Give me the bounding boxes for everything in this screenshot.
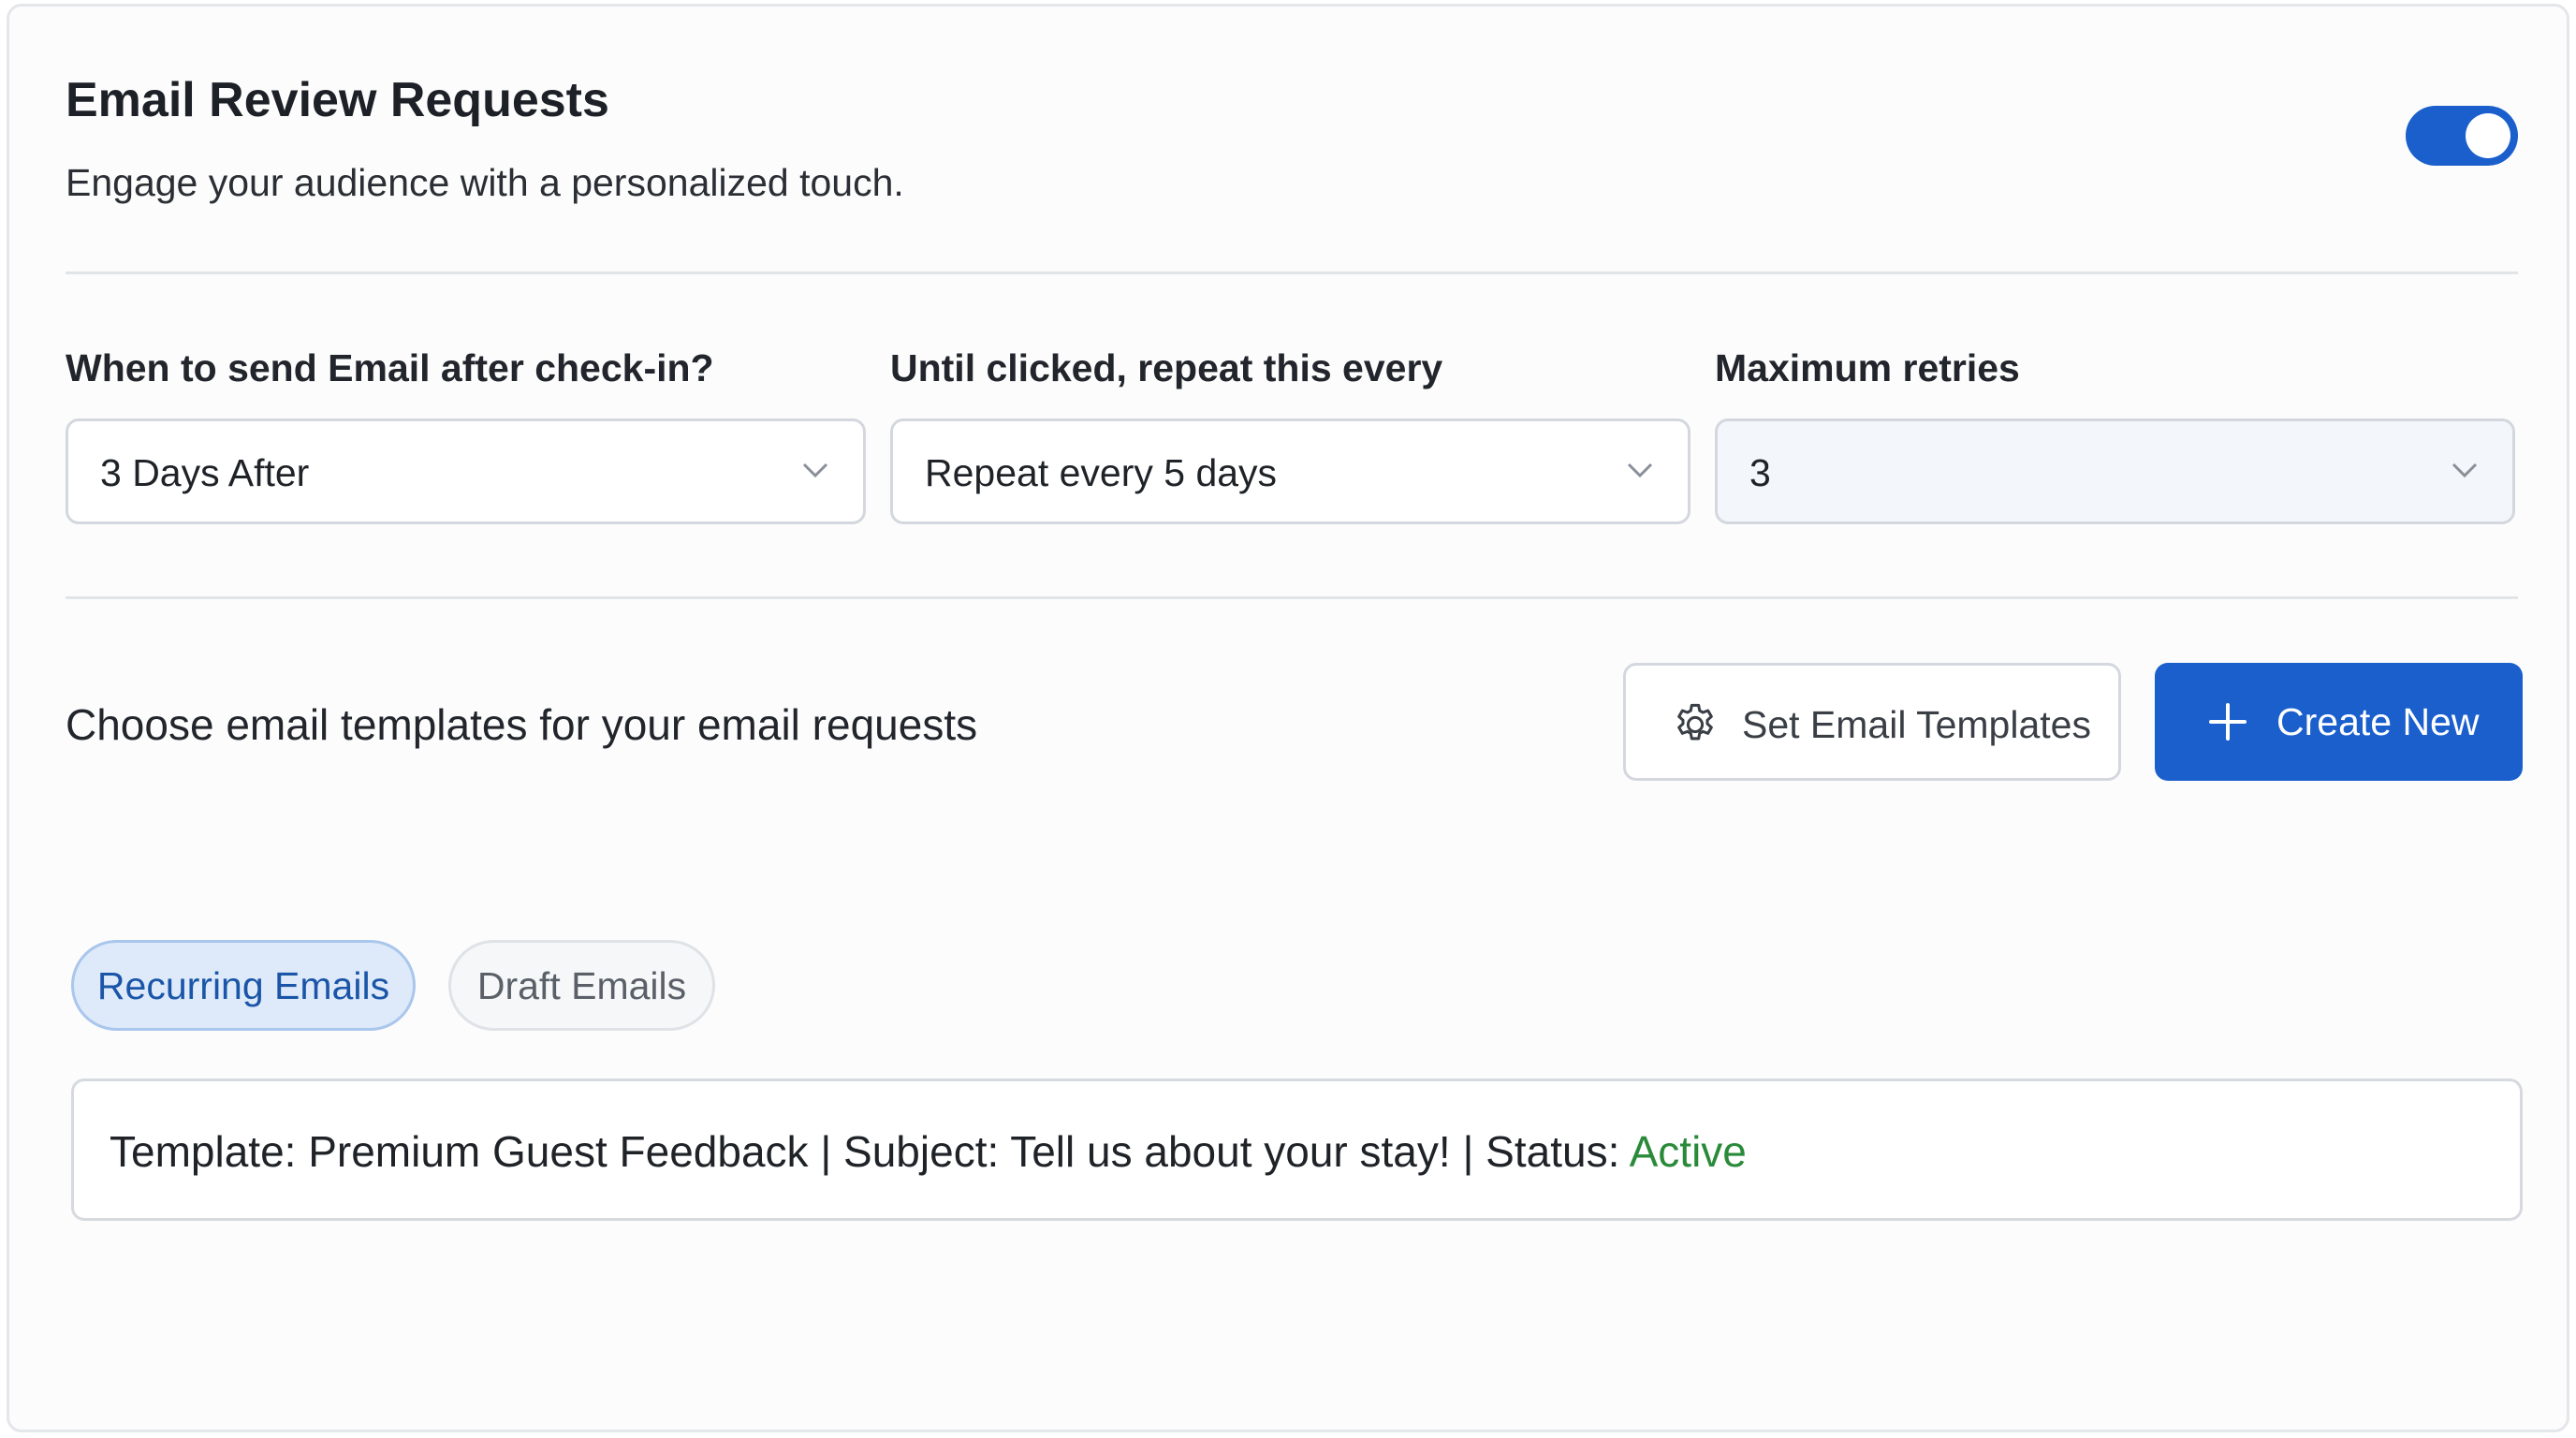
tab-draft-emails[interactable]: Draft Emails: [448, 940, 715, 1031]
plus-icon: [2209, 703, 2247, 741]
chevron-down-icon: [802, 462, 828, 478]
page-subtitle: Engage your audience with a personalized…: [66, 161, 904, 204]
repeat-label: Until clicked, repeat this every: [890, 346, 1443, 389]
send-after-label: When to send Email after check-in?: [66, 346, 714, 389]
tab-label: Recurring Emails: [96, 964, 390, 1007]
max-retries-label: Maximum retries: [1715, 346, 2020, 389]
create-new-label: Create New: [2276, 700, 2480, 743]
template-row-text: Template: Premium Guest Feedback | Subje…: [110, 1126, 1747, 1177]
repeat-select[interactable]: Repeat every 5 days: [890, 418, 1690, 524]
send-after-select[interactable]: 3 Days After: [66, 418, 866, 524]
create-new-button[interactable]: Create New: [2155, 663, 2523, 781]
chevron-down-icon: [1627, 462, 1653, 478]
email-review-toggle[interactable]: [2406, 106, 2518, 166]
templates-prompt: Choose email templates for your email re…: [66, 700, 978, 749]
gear-icon: [1677, 703, 1713, 741]
send-after-value: 3 Days After: [100, 451, 310, 494]
set-email-templates-button[interactable]: Set Email Templates: [1623, 663, 2121, 781]
divider: [66, 271, 2518, 274]
status-badge: Active: [1629, 1127, 1747, 1176]
set-email-templates-label: Set Email Templates: [1742, 703, 2091, 746]
template-row-details: Template: Premium Guest Feedback | Subje…: [110, 1127, 1630, 1176]
repeat-value: Repeat every 5 days: [925, 451, 1278, 494]
email-review-panel: Email Review Requests Engage your audien…: [7, 4, 2569, 1432]
chevron-down-icon: [2452, 462, 2478, 478]
toggle-knob: [2466, 113, 2510, 158]
page-title: Email Review Requests: [66, 73, 609, 127]
divider: [66, 596, 2518, 599]
template-row[interactable]: Template: Premium Guest Feedback | Subje…: [71, 1078, 2523, 1221]
tab-recurring-emails[interactable]: Recurring Emails: [71, 940, 416, 1031]
max-retries-select[interactable]: 3: [1715, 418, 2515, 524]
tab-label: Draft Emails: [476, 964, 687, 1007]
max-retries-value: 3: [1749, 451, 1771, 494]
